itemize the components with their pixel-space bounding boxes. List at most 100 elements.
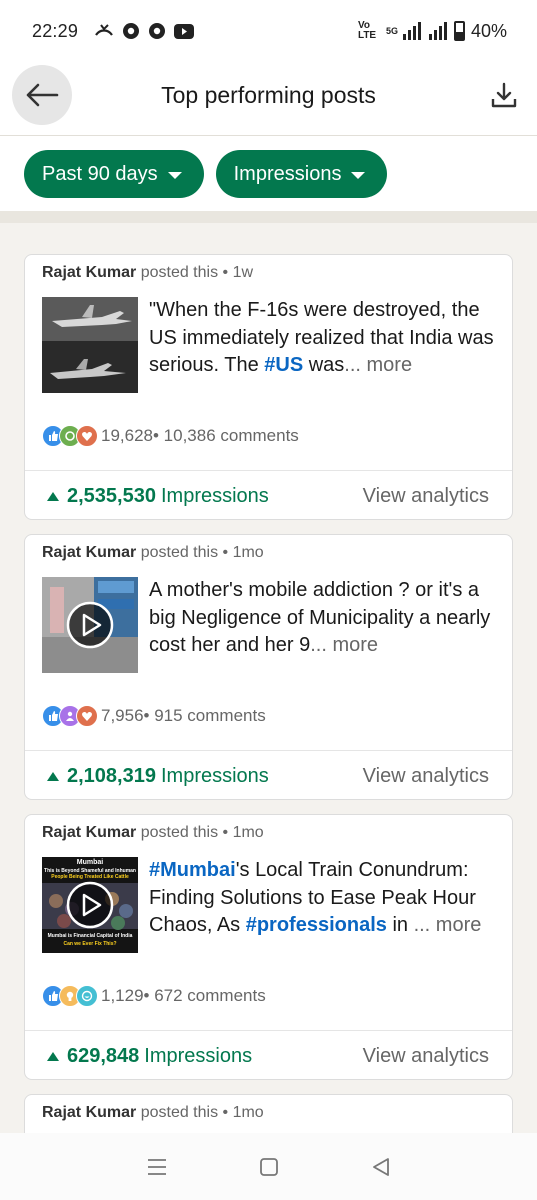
hashtag[interactable]: #professionals xyxy=(246,914,387,936)
see-more-link[interactable]: ... more xyxy=(344,354,412,376)
post-meta: posted this • 1mo xyxy=(136,824,264,841)
post-thumbnail[interactable] xyxy=(42,297,138,393)
missed-call-icon xyxy=(95,24,113,36)
period-filter-chip[interactable]: Past 90 days xyxy=(24,150,204,198)
post-author[interactable]: Rajat Kumar xyxy=(42,544,136,561)
section-divider xyxy=(0,211,537,223)
reaction-icons xyxy=(42,425,98,447)
post-text[interactable]: "When the F-16s were destroyed, the US i… xyxy=(149,297,496,380)
hashtag[interactable]: #Mumbai xyxy=(149,859,236,881)
thumb-caption-top: Mumbai xyxy=(76,859,104,866)
battery-icon xyxy=(453,21,465,41)
post-thumbnail[interactable]: Mumbai This is Beyond Shameful and Inhum… xyxy=(42,857,138,953)
caret-down-icon xyxy=(351,171,366,179)
comment-count[interactable]: • 672 comments xyxy=(144,986,266,1006)
network-type: 5G xyxy=(385,26,398,36)
play-icon xyxy=(66,881,114,929)
post-thumbnail[interactable] xyxy=(42,577,138,673)
reaction-icons xyxy=(42,705,98,727)
app-header: Top performing posts xyxy=(0,62,537,136)
back-nav-icon[interactable] xyxy=(371,1157,391,1177)
posts-list[interactable]: Rajat Kumar posted this • 1w "When the F… xyxy=(0,223,537,1133)
impressions-label: Impressions xyxy=(144,1044,253,1067)
home-icon[interactable] xyxy=(259,1157,279,1177)
post-card[interactable]: Rajat Kumar posted this • 1mo Mumbai Thi… xyxy=(24,814,513,1080)
metric-filter-chip[interactable]: Impressions xyxy=(215,150,388,198)
youtube-icon xyxy=(174,23,195,39)
system-nav-bar xyxy=(0,1133,537,1200)
post-meta: posted this • 1w xyxy=(136,264,254,281)
see-more-link[interactable]: ... more xyxy=(408,914,482,936)
impressions-value: 2,108,319 xyxy=(67,764,156,787)
volte-label: Vo LTE xyxy=(357,20,377,41)
download-icon xyxy=(491,82,517,108)
caret-down-icon xyxy=(167,171,182,179)
reaction-count: 1,129 xyxy=(101,986,144,1005)
impressions-value: 629,848 xyxy=(67,1044,140,1067)
trend-up-icon xyxy=(47,491,59,501)
reaction-count: 7,956 xyxy=(101,706,144,725)
signal-icon-2 xyxy=(428,22,447,40)
reaction-icons xyxy=(42,985,98,1007)
status-bar: 22:29 Vo LTE 5G 40% xyxy=(0,0,537,62)
post-header: Rajat Kumar posted this • 1mo xyxy=(42,544,264,562)
funny-icon xyxy=(76,985,98,1007)
reactions-summary[interactable]: 19,628 • 10,386 comments xyxy=(42,425,299,447)
comment-count[interactable]: • 915 comments xyxy=(144,706,266,726)
filter-bar: Past 90 days Impressions xyxy=(0,137,537,211)
page-title: Top performing posts xyxy=(161,82,376,108)
post-header: Rajat Kumar posted this • 1mo xyxy=(42,824,264,842)
metric-filter-label: Impressions xyxy=(233,162,342,185)
chrome-icon xyxy=(123,23,140,39)
post-author[interactable]: Rajat Kumar xyxy=(42,824,136,841)
post-meta: posted this • 1mo xyxy=(136,1104,264,1121)
post-footer: 2,108,319 Impressions View analytics xyxy=(25,750,512,801)
download-button[interactable] xyxy=(487,78,521,112)
post-author[interactable]: Rajat Kumar xyxy=(42,264,136,281)
impressions-stat: 629,848 Impressions xyxy=(47,1045,252,1068)
signal-icon xyxy=(402,22,421,40)
period-filter-label: Past 90 days xyxy=(42,162,158,185)
post-meta: posted this • 1mo xyxy=(136,544,264,561)
status-time: 22:29 xyxy=(32,20,79,41)
trend-up-icon xyxy=(47,1051,59,1061)
comment-count[interactable]: • 10,386 comments xyxy=(153,426,299,446)
thumb-caption-bottom: Mumbai is Financial Capital of India xyxy=(47,933,133,939)
impressions-stat: 2,535,530 Impressions xyxy=(47,485,269,508)
status-system-icons: Vo LTE 5G 40% xyxy=(358,21,507,42)
view-analytics-link[interactable]: View analytics xyxy=(363,485,489,508)
post-header: Rajat Kumar posted this • 1w xyxy=(42,264,253,282)
post-author[interactable]: Rajat Kumar xyxy=(42,1104,136,1121)
post-footer: 629,848 Impressions View analytics xyxy=(25,1030,512,1081)
chrome-icon-2 xyxy=(149,23,166,39)
love-icon xyxy=(76,705,98,727)
post-text[interactable]: #Mumbai's Local Train Conundrum: Finding… xyxy=(149,857,496,940)
hashtag[interactable]: #US xyxy=(264,354,303,376)
post-text-tail: was xyxy=(303,354,345,376)
impressions-value: 2,535,530 xyxy=(67,484,156,507)
post-card[interactable]: Rajat Kumar posted this • 1w "When the F… xyxy=(24,254,513,520)
post-text[interactable]: A mother's mobile addiction ? or it's a … xyxy=(149,577,496,660)
impressions-label: Impressions xyxy=(160,764,269,787)
post-text-tail: in xyxy=(386,914,409,936)
play-icon xyxy=(66,601,114,649)
battery-percent: 40% xyxy=(470,20,507,41)
post-card[interactable]: Rajat Kumar posted this • 1mo xyxy=(24,1094,513,1133)
reaction-count: 19,628 xyxy=(101,426,153,445)
view-analytics-link[interactable]: View analytics xyxy=(363,765,489,788)
view-analytics-link[interactable]: View analytics xyxy=(363,1045,489,1068)
love-icon xyxy=(76,425,98,447)
reactions-summary[interactable]: 1,129 • 672 comments xyxy=(42,985,266,1007)
thumb-caption-bottom2: Can we Ever Fix This? xyxy=(63,941,117,947)
recent-apps-icon[interactable] xyxy=(146,1157,168,1177)
reactions-summary[interactable]: 7,956 • 915 comments xyxy=(42,705,266,727)
post-card[interactable]: Rajat Kumar posted this • 1mo A mother's… xyxy=(24,534,513,800)
post-header: Rajat Kumar posted this • 1mo xyxy=(42,1104,264,1122)
see-more-link[interactable]: ... more xyxy=(310,634,378,656)
post-footer: 2,535,530 Impressions View analytics xyxy=(25,470,512,521)
street-video-thumbnail xyxy=(42,577,138,673)
thumb-caption-line: People Being Treated Like Cattle xyxy=(51,874,129,880)
status-notification-icons xyxy=(94,22,195,40)
trend-up-icon xyxy=(47,771,59,781)
impressions-stat: 2,108,319 Impressions xyxy=(47,765,269,788)
